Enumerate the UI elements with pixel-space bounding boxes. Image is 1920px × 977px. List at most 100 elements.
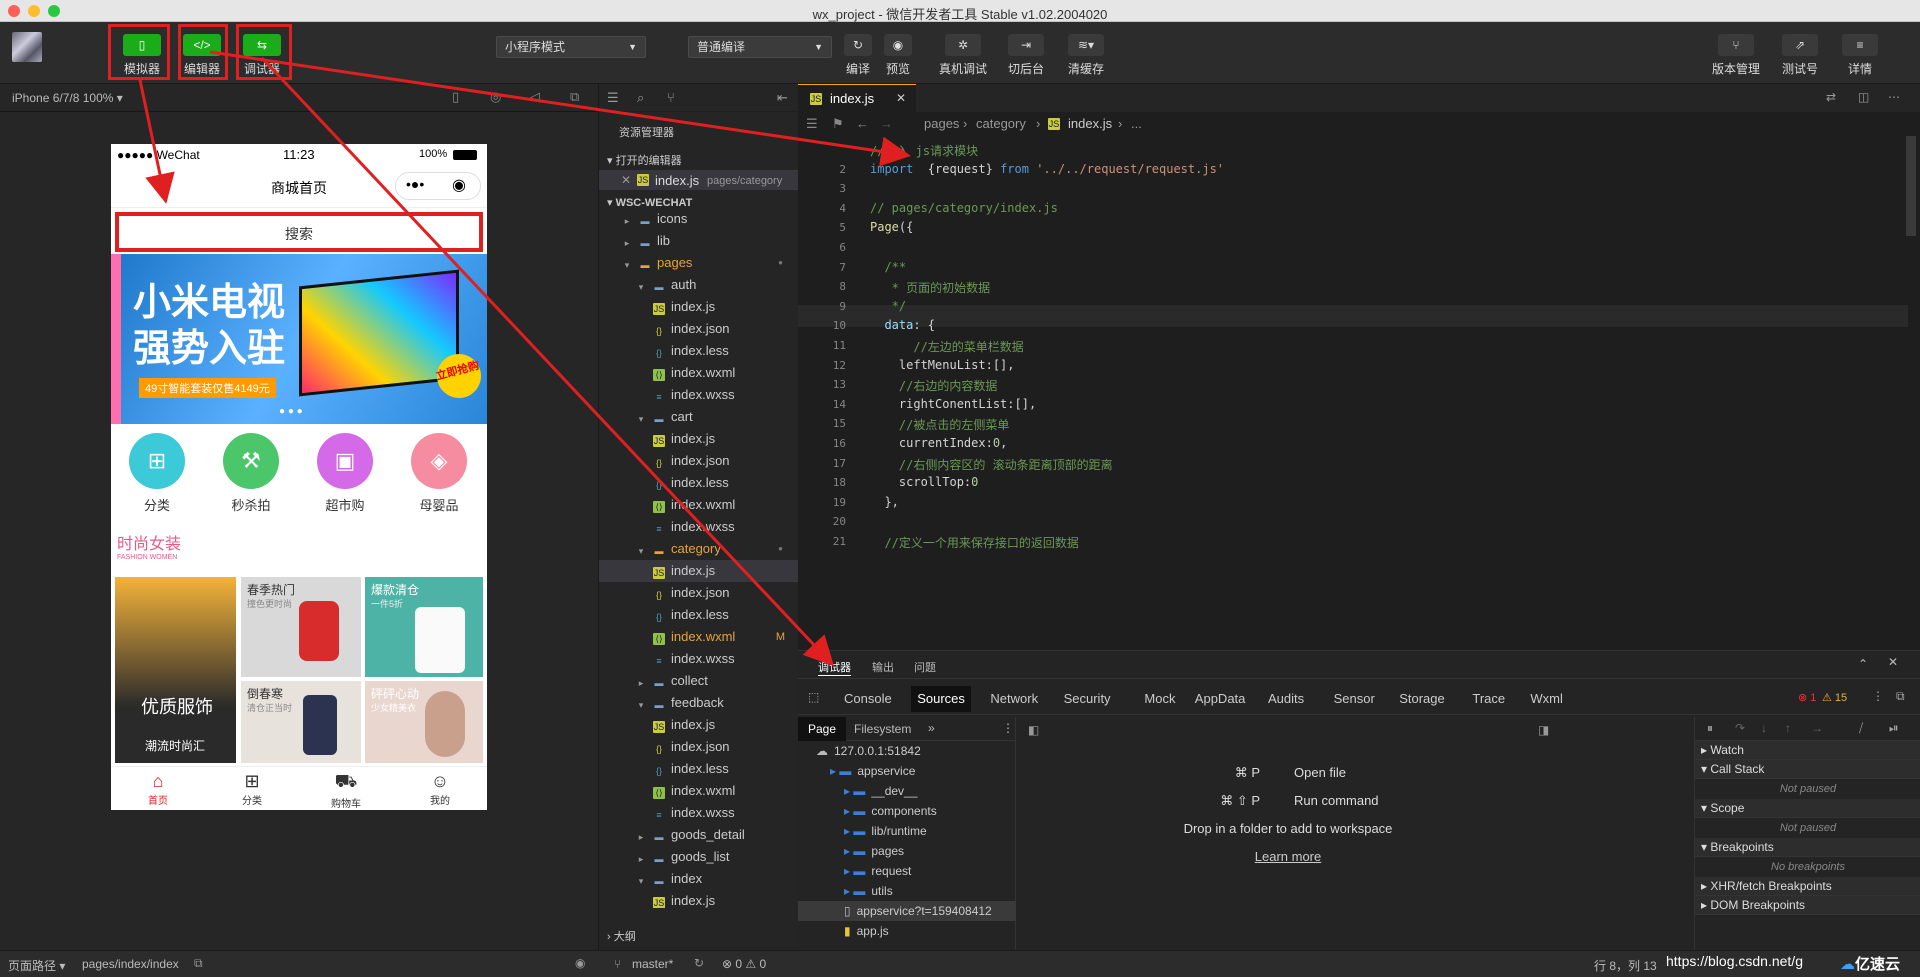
panel-header[interactable]: ▾ Scope [1695,799,1920,818]
tab-home[interactable]: ⌂ 首页 [111,771,205,807]
problems-count[interactable]: ⊗ 0 ⚠ 0 [722,957,766,971]
tab-debugger[interactable]: 调试器 [818,659,851,676]
step-out-icon[interactable]: ↑ [1785,721,1791,735]
list-icon[interactable]: ☰ [607,90,619,106]
clear-cache-button[interactable]: ≋▾ 清缓存 [1060,22,1112,84]
split-editor-icon[interactable]: ◫ [1858,90,1869,104]
git-icon[interactable]: ⑂ [667,90,675,105]
tab-page[interactable]: Page [798,717,847,741]
file-tree-item[interactable]: {} index.less [599,758,799,780]
close-icon[interactable]: ✕ [1888,655,1898,669]
list-icon[interactable]: ☰ [806,116,818,132]
compare-icon[interactable]: ⇄ [1826,90,1836,104]
more-tabs[interactable]: » [928,721,935,735]
tab-problems[interactable]: 问题 [914,659,936,675]
more-icon[interactable]: ⋯ [1888,90,1900,104]
crumb-item[interactable]: pages [924,116,959,131]
panel-header[interactable]: ▾ Call Stack [1695,760,1920,779]
file-tree-item[interactable]: {} index.less [599,340,799,362]
file-tree-item[interactable]: {} index.json [599,318,799,340]
devtools-tab-console[interactable]: Console [838,686,898,712]
step-into-icon[interactable]: ↓ [1761,721,1767,735]
bookmark-icon[interactable]: ⚑ [832,116,844,132]
file-tree-item[interactable]: JS index.js [599,560,799,582]
grid-icon[interactable]: ⊞ [129,433,185,489]
background-button[interactable]: ⇥ 切后台 [1000,22,1052,84]
code-line[interactable]: */ [870,299,906,313]
devtools-tab-wxml[interactable]: Wxml [1524,686,1569,712]
capsule-menu[interactable]: •●• ◉ [395,172,481,200]
step-over-icon[interactable]: ↷ [1735,721,1745,735]
file-tree-item[interactable]: ≡ index.wxss [599,802,799,824]
toggle-debugger-icon[interactable]: ◨ [1538,723,1549,737]
source-tree-item[interactable]: ▸ ▬ lib/runtime [798,821,1016,841]
copy-icon[interactable]: ⧉ [194,956,203,971]
file-tree-item[interactable]: ▾ ▬ auth [599,274,799,296]
panel-header[interactable]: ▸ DOM Breakpoints [1695,896,1920,915]
devtools-tab-audits[interactable]: Audits [1262,686,1310,712]
floor-tile[interactable]: 爆款清仓 一件5折 [365,577,483,677]
back-icon[interactable]: ← [856,116,869,131]
category-item[interactable]: 秒杀拍 [205,495,297,514]
avatar[interactable] [12,32,42,62]
code-line[interactable]: rightConentList:[], [870,397,1036,411]
crumb-item[interactable]: index.js [1068,116,1112,131]
volume-icon[interactable]: ◁ [530,89,540,105]
code-line[interactable]: * 页面的初始数据 [870,279,990,296]
file-tree-item[interactable]: ≡ index.wxss [599,648,799,670]
open-editor-item[interactable]: ✕ JS index.js pages/category [599,170,799,190]
floor-tile[interactable]: 春季热门 撞色更时尚 [241,577,361,677]
file-tree-item[interactable]: ▸ ▬ goods_list [599,846,799,868]
tab-index-js[interactable]: JS index.js ✕ [798,84,916,112]
crumb-item[interactable]: ... [1131,116,1142,131]
category-item[interactable]: 母婴品 [393,495,485,514]
collapse-icon[interactable]: ⌃ [1858,657,1868,671]
git-branch[interactable]: master* [632,957,673,971]
panel-header[interactable]: ▾ Breakpoints [1695,838,1920,857]
search-icon[interactable]: ⌕ [637,90,644,106]
floor-tile[interactable]: 优质服饰 潮流时尚汇 [115,577,236,763]
phone-icon[interactable]: ▯ [452,89,459,105]
tab-cart[interactable]: ⛟ 购物车 [299,771,393,810]
inspect-icon[interactable]: ⬚ [808,690,819,704]
code-line[interactable]: //左边的菜单栏数据 [870,338,1023,355]
category-item[interactable]: 超市购 [299,495,391,514]
file-tree-item[interactable]: ▾ ▬ feedback [599,692,799,714]
file-tree-item[interactable]: {} index.less [599,604,799,626]
forward-icon[interactable]: → [880,116,893,131]
file-tree-item[interactable]: {} index.json [599,582,799,604]
source-tree-item[interactable]: ▸ ▬ appservice [798,761,1016,781]
file-tree-item[interactable]: ▾ ▬ category ● [599,538,799,560]
popout-icon[interactable]: ⧉ [570,89,579,105]
close-icon[interactable]: ✕ [896,91,906,105]
tab-mine[interactable]: ☺ 我的 [393,771,487,807]
code-line[interactable]: scrollTop:0 [870,475,979,489]
tab-output[interactable]: 输出 [872,659,894,675]
close-icon[interactable]: ✕ [621,173,631,187]
sync-icon[interactable]: ↻ [694,956,704,970]
code-line[interactable]: //右边的内容数据 [870,377,997,394]
code-line[interactable]: Page({ [870,220,913,234]
file-tree-item[interactable]: ⟨⟩ index.wxml M [599,626,799,648]
device-select[interactable]: iPhone 6/7/8 100% ▾ [12,91,123,105]
file-tree-item[interactable]: ⟨⟩ index.wxml [599,494,799,516]
hammer-icon[interactable]: ⚒ [223,433,279,489]
source-tree-item[interactable]: ☁ 127.0.0.1:51842 [798,741,1016,761]
pause-icon[interactable]: ⏸ [1707,721,1713,736]
more-icon[interactable]: ⋮ [1002,721,1014,735]
error-icon[interactable]: ⊗ 1 [1798,691,1816,704]
crumb-item[interactable]: category [976,116,1026,131]
code-line[interactable]: //引入 js请求模块 [870,142,978,159]
code-line[interactable]: }, [870,495,898,509]
devtools-tab-mock[interactable]: Mock [1138,686,1181,712]
file-tree-item[interactable]: JS index.js [599,714,799,736]
source-tree-item[interactable]: ▯ appservice?t=159408412 [798,901,1016,921]
source-tree-item[interactable]: ▮ app.js [798,921,1016,941]
deactivate-breakpoints-icon[interactable]: ⧸ [1859,721,1863,736]
compile-button[interactable]: ↻ 编译 [838,22,878,84]
warning-icon[interactable]: ⚠ 15 [1822,691,1847,704]
test-account-button[interactable]: ⇗ 测试号 [1776,22,1824,84]
devtools-tab-trace[interactable]: Trace [1466,686,1511,712]
cursor-position[interactable]: 行 8，列 13 [1594,957,1657,974]
banner-carousel[interactable]: 小米电视 强势入驻 49寸智能套装仅售4149元 立即抢购 ● ● ● [111,254,487,424]
